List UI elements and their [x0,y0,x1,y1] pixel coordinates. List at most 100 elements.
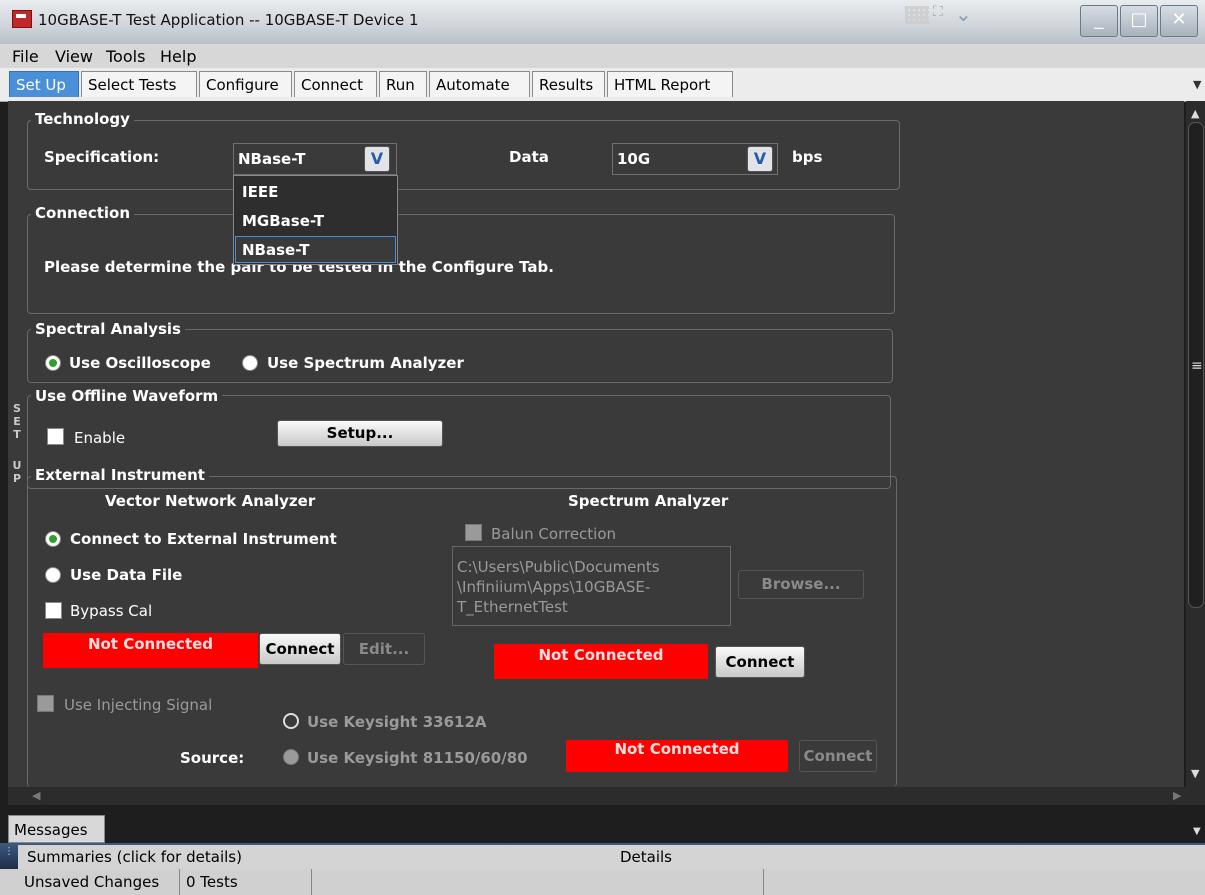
summaries-bar[interactable]: Summaries (click for details) Details [18,845,1205,869]
use-injecting-signal-label: Use Injecting Signal [64,696,213,714]
balun-correction-label: Balun Correction [491,525,617,543]
scroll-right-icon[interactable]: ▶ [1173,789,1181,802]
path-text: C:\Users\Public\Documents \Infiniium\App… [457,557,727,617]
use-spectrum-analyzer-label[interactable]: Use Spectrum Analyzer [267,354,464,372]
offline-legend: Use Offline Waveform [31,387,223,405]
tab-results[interactable]: Results [532,71,605,97]
collapse-icon[interactable]: ⋮ [4,846,14,857]
radio-keysight-81150[interactable] [283,749,299,765]
tab-run[interactable]: Run [379,71,427,97]
path-line: T_EthernetTest [457,598,568,616]
tile-icon[interactable]: ⛶ [933,4,951,22]
radio-keysight-33612a[interactable] [283,713,299,729]
data-file-path[interactable]: C:\Users\Public\Documents \Infiniium\App… [452,546,731,626]
sa-status: Not Connected [494,644,708,679]
horizontal-scrollbar[interactable]: ◀ ▶ [8,787,1205,805]
scroll-down-icon[interactable]: ▼ [1191,767,1199,780]
connection-legend: Connection [31,204,135,222]
details-label[interactable]: Details [620,848,672,866]
enable-checkbox[interactable] [47,428,64,445]
side-gap [10,441,24,459]
keysight-33612a-label[interactable]: Use Keysight 33612A [307,713,487,731]
side-letter: T [13,428,21,441]
minimize-icon[interactable]: _ [1080,5,1118,37]
path-line: C:\Users\Public\Documents [457,558,660,576]
tab-bar: Set Up Select Tests Configure Connect Ru… [0,68,1205,102]
technology-legend: Technology [31,110,134,128]
chevron-down-icon[interactable]: V [747,146,773,172]
messages-bar [0,805,1205,843]
side-letter: S [13,402,21,415]
sa-heading: Spectrum Analyzer [568,492,729,510]
connect-external-label[interactable]: Connect to External Instrument [70,530,337,548]
tab-overflow-icon[interactable]: ▼ [1193,78,1201,91]
radio-connect-external[interactable] [45,531,61,547]
scroll-up-icon[interactable]: ▲ [1191,107,1199,120]
data-label: Data [509,148,549,166]
specification-select[interactable]: NBase-T V [233,143,397,175]
summaries-label[interactable]: Summaries (click for details) [27,848,242,866]
scroll-left-icon[interactable]: ◀ [32,789,40,802]
radio-use-data-file[interactable] [45,567,61,583]
use-injecting-signal-checkbox[interactable] [37,695,54,712]
menu-tools[interactable]: Tools [106,47,145,66]
tab-select-tests[interactable]: Select Tests [81,71,197,97]
bypass-cal-label: Bypass Cal [70,602,153,620]
vna-edit-button[interactable]: Edit... [343,633,425,665]
data-rate-value: 10G [617,150,651,168]
option-mgbase-t[interactable]: MGBase-T [242,212,324,230]
vna-connect-button[interactable]: Connect [259,633,341,665]
external-legend: External Instrument [31,466,209,484]
vertical-scroll-thumb[interactable]: ≡ [1188,122,1204,608]
use-data-file-label[interactable]: Use Data File [70,566,182,584]
close-icon[interactable]: ✕ [1160,5,1198,37]
messages-tab[interactable]: Messages [8,815,105,843]
status-tests: 0 Tests [180,869,312,895]
side-letter: U [12,459,22,472]
title-bar[interactable]: 10GBASE-T Test Application -- 10GBASE-T … [0,0,1205,44]
status-cell-empty [312,869,764,895]
chevron-down-icon[interactable]: ⌄ [955,2,972,26]
app-logo-icon [12,10,32,28]
side-label: S E T U P [10,402,24,485]
maximize-icon[interactable]: □ [1120,5,1158,37]
option-ieee[interactable]: IEEE [242,183,278,201]
specification-label: Specification: [44,148,160,166]
source-status: Not Connected [566,740,788,772]
tab-html-report[interactable]: HTML Report [607,71,733,97]
menu-file[interactable]: File [12,47,39,66]
balun-correction-checkbox[interactable] [465,524,482,541]
data-rate-select[interactable]: 10G V [612,143,778,175]
menu-help[interactable]: Help [160,47,196,66]
source-label: Source: [180,749,245,767]
keysight-81150-label[interactable]: Use Keysight 81150/60/80 [307,749,528,767]
spectral-legend: Spectral Analysis [31,320,185,338]
radio-use-oscilloscope[interactable] [45,355,61,371]
side-letter: E [13,415,21,428]
specification-dropdown-list: IEEE MGBase-T NBase-T [233,175,398,265]
messages-dropdown-icon[interactable]: ▼ [1193,826,1201,837]
tab-automate[interactable]: Automate [429,71,530,97]
side-letter: P [12,472,22,485]
radio-use-spectrum-analyzer[interactable] [242,355,258,371]
sa-connect-button[interactable]: Connect [715,646,805,678]
use-oscilloscope-label[interactable]: Use Oscilloscope [69,354,211,372]
bypass-cal-checkbox[interactable] [45,602,62,619]
grid-icon[interactable] [905,6,929,24]
setup-button[interactable]: Setup... [277,420,443,447]
window-title: 10GBASE-T Test Application -- 10GBASE-T … [38,11,419,29]
specification-value: NBase-T [238,150,306,168]
source-connect-button[interactable]: Connect [799,740,877,772]
menu-view[interactable]: View [55,47,93,66]
path-line: \Infiniium\Apps\10GBASE- [457,578,651,596]
vna-heading: Vector Network Analyzer [105,492,316,510]
data-unit-label: bps [792,148,823,166]
chevron-down-icon[interactable]: V [364,146,390,172]
status-unsaved: Unsaved Changes [0,869,180,895]
tab-configure[interactable]: Configure [199,71,292,97]
tab-connect[interactable]: Connect [294,71,377,97]
enable-label: Enable [74,429,126,447]
option-nbase-t[interactable]: NBase-T [242,241,309,259]
tab-set-up[interactable]: Set Up [9,71,79,97]
browse-button[interactable]: Browse... [738,570,864,599]
